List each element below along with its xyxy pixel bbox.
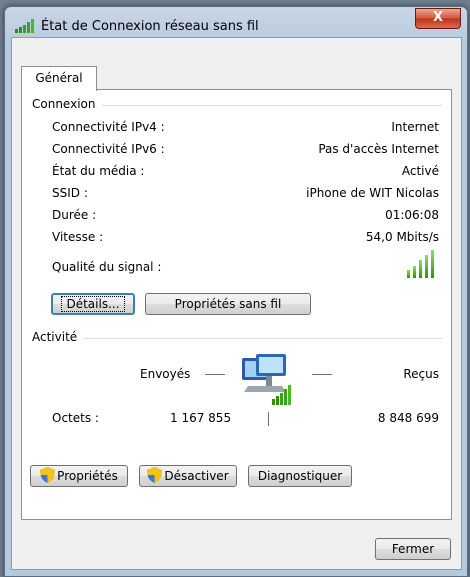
general-tab-panel: Connexion Connectivité IPv4 : Internet C… [21,89,452,520]
network-computers-icon [242,354,291,405]
activite-group-label: Activité [32,330,84,344]
received-line [312,374,332,375]
connexion-group-label: Connexion [32,97,102,111]
ssid-label: SSID : [52,186,88,200]
status-window: État de Connexion réseau sans fil X Géné… [4,6,468,577]
bytes-label: Octets : [52,411,99,425]
details-button-label: Détails... [61,296,125,312]
uac-shield-icon [147,467,163,483]
close-window-button[interactable]: X [415,8,461,29]
ipv4-label: Connectivité IPv4 : [52,120,165,134]
received-label: Reçus [403,367,439,381]
wireless-signal-icon [15,19,34,33]
duration-value: 01:06:08 [385,208,439,222]
bytes-separator [268,412,269,426]
ssid-value: iPhone de WIT Nicolas [306,186,439,200]
disable-button[interactable]: Désactiver [139,465,237,487]
diagnose-button[interactable]: Diagnostiquer [248,465,352,487]
signal-quality-label: Qualité du signal : [52,260,162,274]
uac-shield-icon [40,467,56,483]
tab-general[interactable]: Général [21,66,97,91]
sent-line [205,374,225,375]
activite-divider [32,338,442,339]
close-button[interactable]: Fermer [375,538,451,560]
properties-button[interactable]: Propriétés [30,465,128,487]
sent-label: Envoyés [140,367,191,381]
speed-label: Vitesse : [52,230,104,244]
details-button[interactable]: Détails... [51,293,135,315]
disable-button-label: Désactiver [164,469,229,483]
bytes-sent-value: 1 167 855 [170,411,232,425]
signal-strength-icon [407,250,437,278]
wireless-properties-button[interactable]: Propriétés sans fil [145,293,311,315]
media-state-label: État du média : [52,164,145,178]
window-title: État de Connexion réseau sans fil [41,19,259,34]
ipv6-label: Connectivité IPv6 : [52,142,165,156]
ipv4-value: Internet [391,120,439,134]
duration-label: Durée : [52,208,97,222]
properties-button-label: Propriétés [57,469,118,483]
media-state-value: Activé [401,164,439,178]
speed-value: 54,0 Mbits/s [365,230,439,244]
bytes-received-value: 8 848 699 [377,411,439,425]
dialog-client-area: Général Connexion Connectivité IPv4 : In… [11,37,462,570]
ipv6-value: Pas d'accès Internet [318,142,439,156]
